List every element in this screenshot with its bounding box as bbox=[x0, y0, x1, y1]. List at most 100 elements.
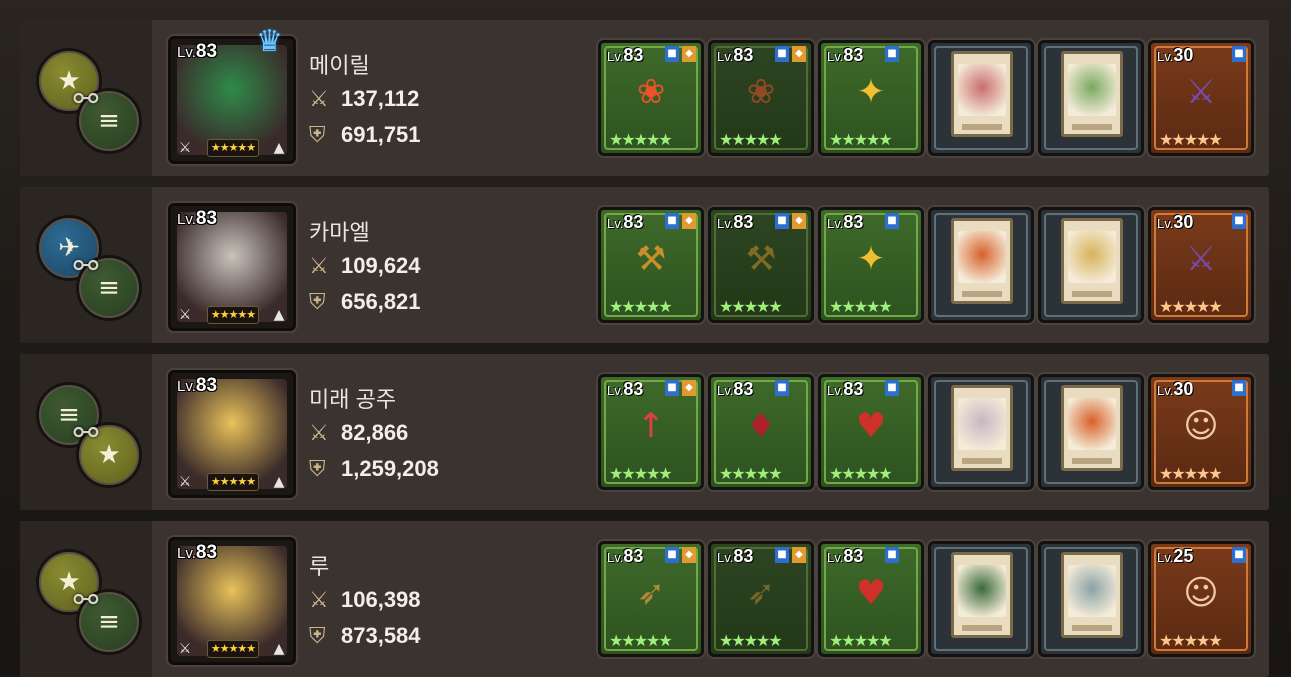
hero-portrait[interactable]: Lv.83 ★★★★★ ⚔ ▲ bbox=[168, 370, 296, 498]
hero-portrait[interactable]: Lv.83 ★★★★★ ⚔ ▲ bbox=[168, 203, 296, 331]
equipment-slot[interactable]: ⚒ Lv.83 ★★★★★ ■ ◆ bbox=[598, 207, 704, 323]
swords-icon: ⚔ bbox=[309, 87, 329, 112]
chain-link-icon: ⚯ bbox=[73, 416, 99, 451]
card-art bbox=[1068, 64, 1116, 116]
element-icon: ▲ bbox=[273, 140, 285, 156]
equipment-slot[interactable]: ☺ Lv.30 ★★★★★ ■ bbox=[1148, 374, 1254, 490]
item-level: Lv.25 bbox=[1157, 546, 1194, 566]
item-level: Lv.30 bbox=[1157, 45, 1194, 65]
lock-tag-icon: ■ bbox=[775, 213, 789, 229]
hero-stars-icon: ★★★★★ bbox=[207, 306, 259, 324]
face-icon: ☺ bbox=[1183, 573, 1219, 613]
equipment-slot[interactable] bbox=[928, 541, 1034, 657]
attack-stat: ⚔ 109,624 bbox=[309, 253, 421, 279]
item-level: Lv.30 bbox=[1157, 212, 1194, 232]
equipment-slot[interactable] bbox=[1038, 40, 1144, 156]
armor-icon: ♦ bbox=[745, 406, 777, 446]
lock-tag-icon: ■ bbox=[1232, 547, 1246, 563]
equipment-slot[interactable]: ❀ Lv.83 ★★★★★ ■ ◆ bbox=[598, 40, 704, 156]
lock-tag-icon: ■ bbox=[1232, 380, 1246, 396]
card-label-bar bbox=[1072, 625, 1112, 631]
card-label-bar bbox=[962, 291, 1002, 297]
rune-tag-icon: ◆ bbox=[682, 380, 696, 396]
flower-icon: ❀ bbox=[746, 72, 776, 112]
item-stars-icon: ★★★★★ bbox=[829, 631, 893, 650]
hero-name: 루 bbox=[309, 554, 330, 579]
card-art bbox=[1068, 398, 1116, 450]
hero-portrait[interactable]: Lv.83 ★★★★★ ⚔ ▲ bbox=[168, 537, 296, 665]
item-stars-icon: ★★★★★ bbox=[609, 130, 673, 149]
equipment-slot[interactable]: ♥ Lv.83 ★★★★★ ■ bbox=[818, 541, 924, 657]
spear-icon: ↑ bbox=[636, 406, 666, 446]
card-icon bbox=[1061, 552, 1123, 638]
synergy-link[interactable]: ≡ ★ ⚯ bbox=[36, 382, 142, 488]
equipment-slot[interactable] bbox=[928, 207, 1034, 323]
synergy-link[interactable]: ★ ≡ ⚯ bbox=[36, 549, 142, 655]
lock-tag-icon: ■ bbox=[775, 46, 789, 62]
equipment-slot[interactable] bbox=[1038, 541, 1144, 657]
hero-row[interactable]: ★ ≡ ⚯ Lv.83 ★★★★★ ⚔ ▲ 루 ⚔ 106,398 ⛨ 873,584 ➶ Lv.83 ★★… bbox=[20, 521, 1269, 677]
equipment-slot[interactable]: ✦ Lv.83 ★★★★★ ■ bbox=[818, 40, 924, 156]
lock-tag-icon: ■ bbox=[1232, 213, 1246, 229]
shield-icon: ⛨ bbox=[309, 624, 326, 649]
equipment-slot[interactable]: ❀ Lv.83 ★★★★★ ■ ◆ bbox=[708, 40, 814, 156]
equipment-slot[interactable]: ⚔ Lv.30 ★★★★★ ■ bbox=[1148, 207, 1254, 323]
card-label-bar bbox=[962, 124, 1002, 130]
scythe-icon: ⚒ bbox=[745, 239, 777, 279]
hero-row[interactable]: ★ ≡ ⚯ Lv.83 ★★★★★ ⚔ ▲ ♛ 메이릴 ⚔ 137,112 ⛨ 691,751 ❀ Lv.8… bbox=[20, 20, 1269, 176]
equipment-slot[interactable] bbox=[928, 40, 1034, 156]
equipment-slot[interactable]: ☺ Lv.25 ★★★★★ ■ bbox=[1148, 541, 1254, 657]
item-level: Lv.83 bbox=[607, 212, 644, 232]
hero-level: Lv.83 bbox=[177, 542, 218, 563]
hero-row[interactable]: ✈ ≡ ⚯ Lv.83 ★★★★★ ⚔ ▲ 카마엘 ⚔ 109,624 ⛨ 656,821 ⚒ Lv.83… bbox=[20, 187, 1269, 343]
defense-stat: ⛨ 873,584 bbox=[309, 623, 421, 649]
equipment-slot[interactable]: ➶ Lv.83 ★★★★★ ■ ◆ bbox=[598, 541, 704, 657]
lock-tag-icon: ■ bbox=[665, 46, 679, 62]
hero-name: 메이릴 bbox=[309, 53, 370, 78]
hero-stars-icon: ★★★★★ bbox=[207, 640, 259, 658]
ship-icon: ⚔ bbox=[1185, 239, 1217, 279]
item-level: Lv.83 bbox=[607, 45, 644, 65]
equipment-slot[interactable] bbox=[1038, 207, 1144, 323]
ship-icon: ⚔ bbox=[1185, 72, 1217, 112]
hero-row[interactable]: ≡ ★ ⚯ Lv.83 ★★★★★ ⚔ ▲ 미래 공주 ⚔ 82,866 ⛨ 1,259,208 ↑ Lv… bbox=[20, 354, 1269, 510]
attack-stat: ⚔ 106,398 bbox=[309, 587, 421, 613]
lock-tag-icon: ■ bbox=[885, 213, 899, 229]
face-icon: ☺ bbox=[1183, 406, 1219, 446]
equipment-slot[interactable] bbox=[928, 374, 1034, 490]
item-stars-icon: ★★★★★ bbox=[1159, 130, 1223, 149]
card-art bbox=[958, 398, 1006, 450]
equipment-slot[interactable]: ⚔ Lv.30 ★★★★★ ■ bbox=[1148, 40, 1254, 156]
synergy-link[interactable]: ✈ ≡ ⚯ bbox=[36, 215, 142, 321]
item-level: Lv.83 bbox=[827, 212, 864, 232]
card-label-bar bbox=[962, 625, 1002, 631]
equipment-slot[interactable] bbox=[1038, 374, 1144, 490]
equipment-slot[interactable]: ✦ Lv.83 ★★★★★ ■ bbox=[818, 207, 924, 323]
card-icon bbox=[1061, 51, 1123, 137]
scythe-icon: ⚒ bbox=[635, 239, 667, 279]
hero-level: Lv.83 bbox=[177, 41, 218, 62]
amulet-icon: ✦ bbox=[856, 239, 886, 279]
item-level: Lv.83 bbox=[827, 546, 864, 566]
leader-crown-icon: ♛ bbox=[256, 24, 283, 59]
equipment-slot[interactable]: ⚒ Lv.83 ★★★★★ ■ ◆ bbox=[708, 207, 814, 323]
class-icon: ⚔ bbox=[178, 307, 192, 323]
equipment-slot[interactable]: ♥ Lv.83 ★★★★★ ■ bbox=[818, 374, 924, 490]
attack-stat: ⚔ 82,866 bbox=[309, 420, 409, 446]
card-label-bar bbox=[1072, 291, 1112, 297]
item-level: Lv.83 bbox=[717, 546, 754, 566]
equipment-slot[interactable]: ♦ Lv.83 ★★★★★ ■ bbox=[708, 374, 814, 490]
item-stars-icon: ★★★★★ bbox=[609, 631, 673, 650]
card-art bbox=[958, 64, 1006, 116]
item-stars-icon: ★★★★★ bbox=[609, 297, 673, 316]
synergy-link[interactable]: ★ ≡ ⚯ bbox=[36, 48, 142, 154]
equipment-slot[interactable]: ➶ Lv.83 ★★★★★ ■ ◆ bbox=[708, 541, 814, 657]
item-stars-icon: ★★★★★ bbox=[829, 297, 893, 316]
flower-icon: ❀ bbox=[636, 72, 666, 112]
item-stars-icon: ★★★★★ bbox=[1159, 297, 1223, 316]
shield-icon: ⛨ bbox=[309, 457, 326, 482]
equipment-slot[interactable]: ↑ Lv.83 ★★★★★ ■ ◆ bbox=[598, 374, 704, 490]
lock-tag-icon: ■ bbox=[885, 547, 899, 563]
card-icon bbox=[951, 552, 1013, 638]
hero-level: Lv.83 bbox=[177, 208, 218, 229]
